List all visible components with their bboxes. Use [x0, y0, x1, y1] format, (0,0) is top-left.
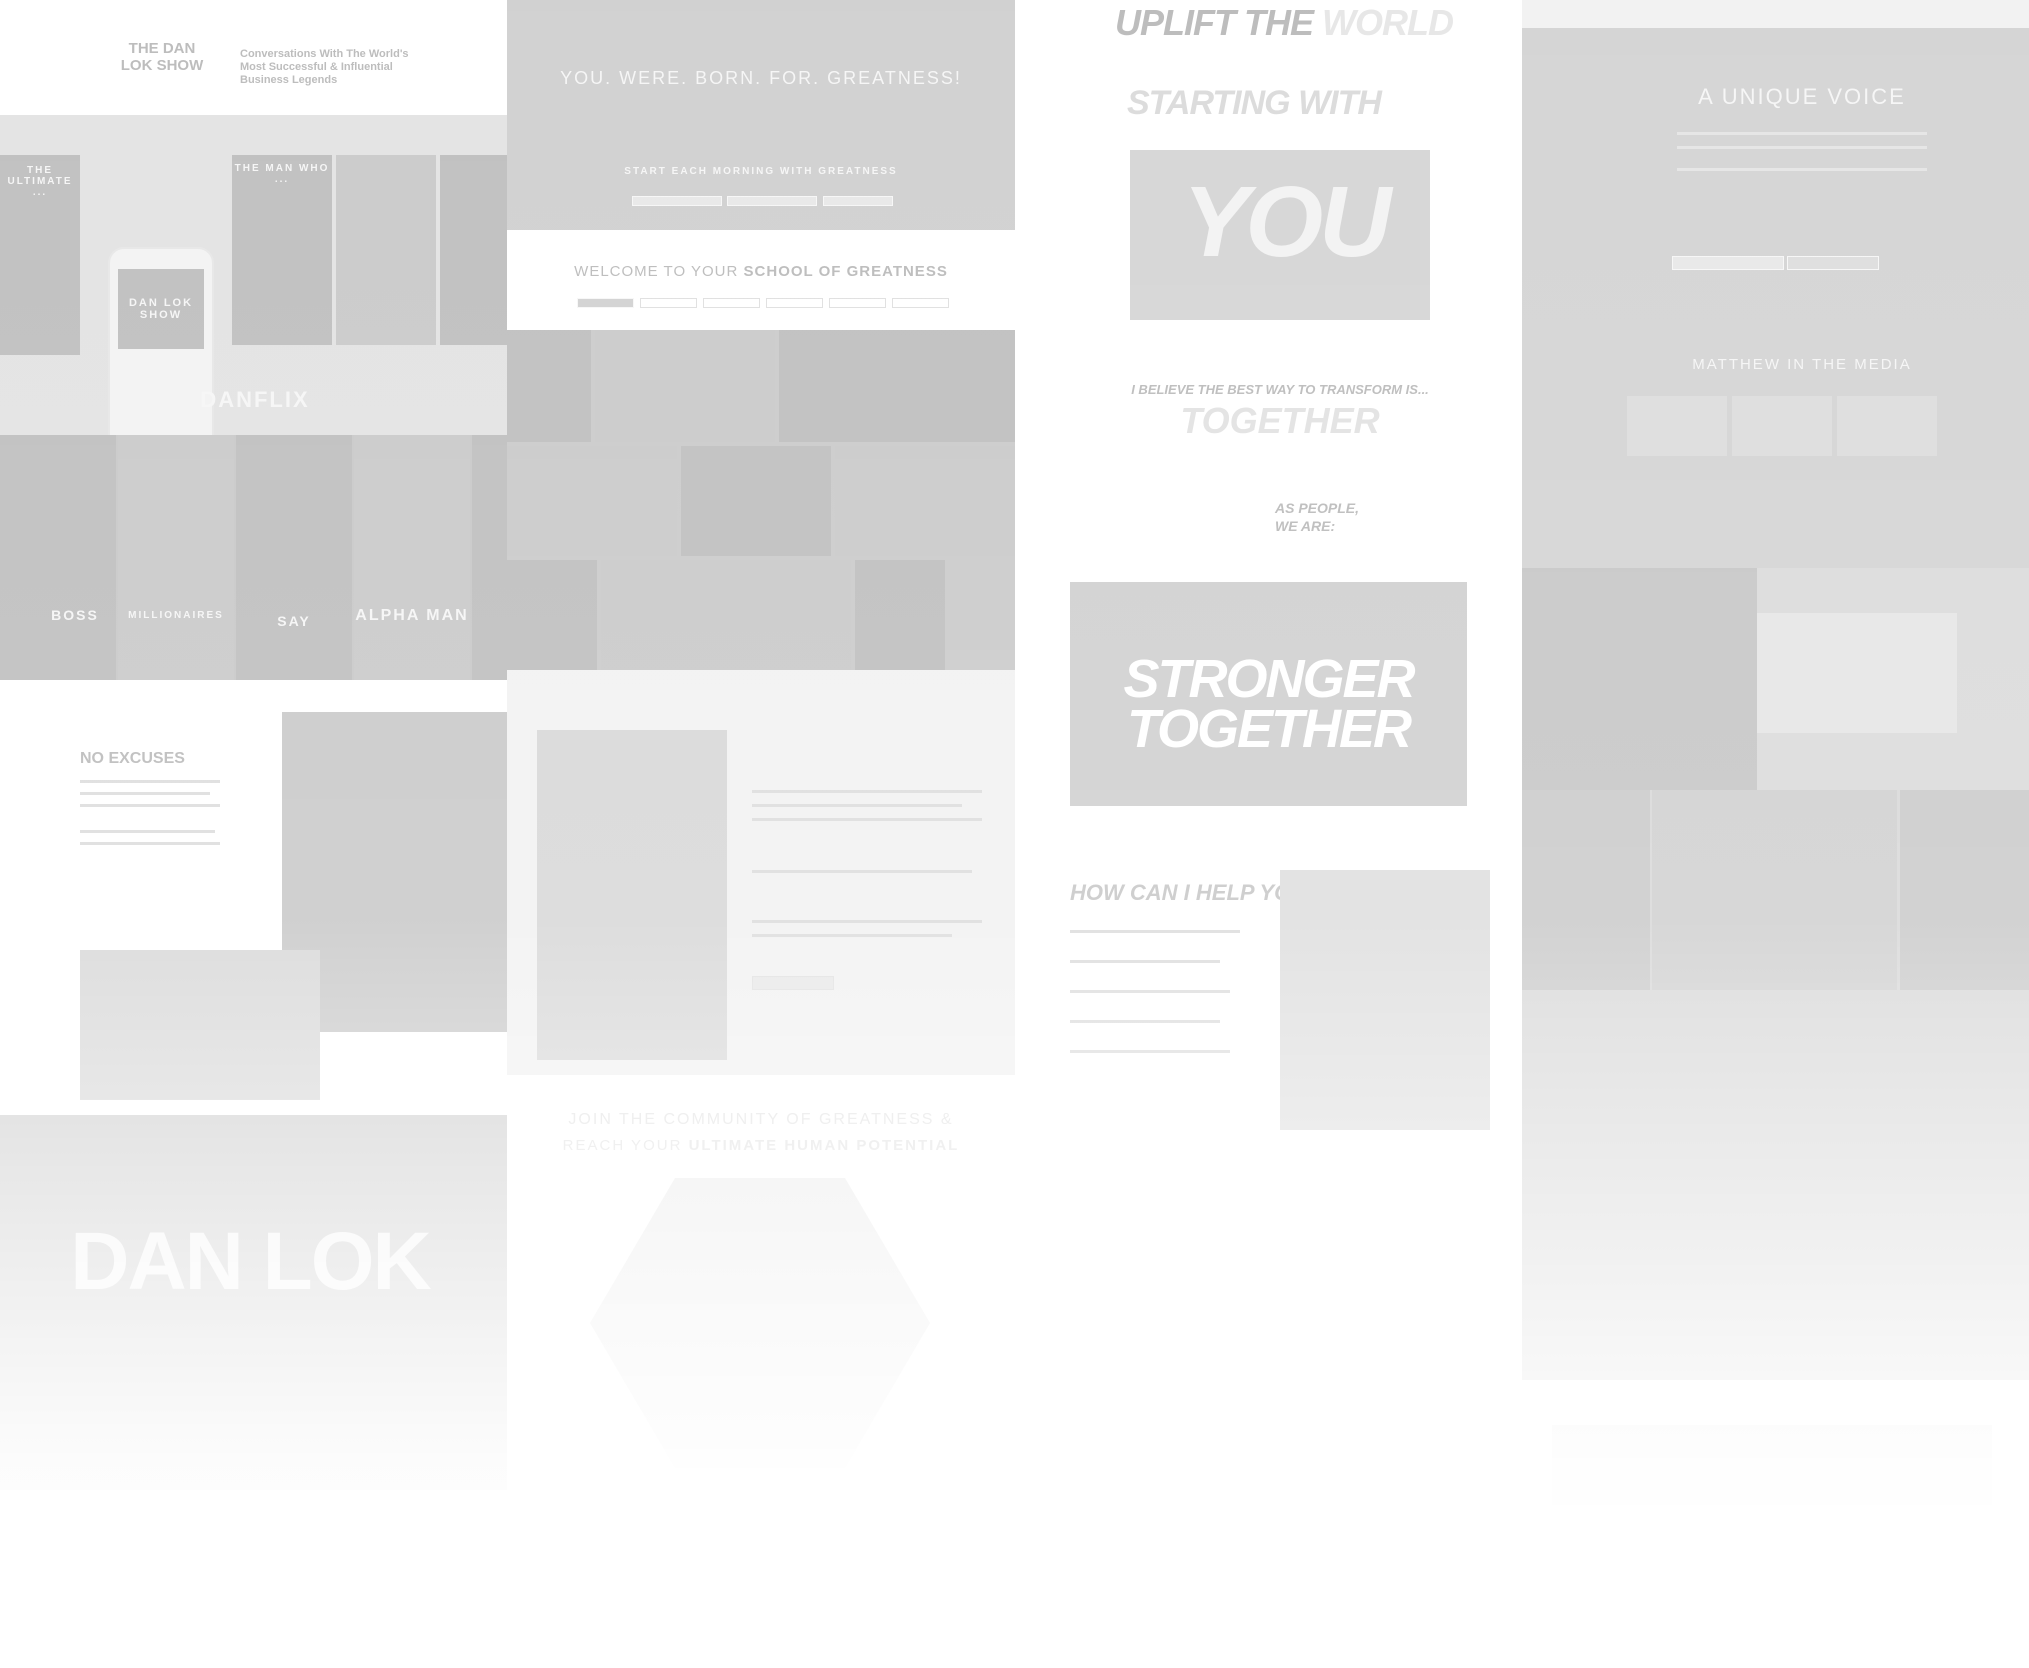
tile-alpha-man: ALPHA MAN: [355, 607, 469, 624]
stronger-section: STRONGER TOGETHER: [1015, 560, 1522, 850]
welcome-emphasis: SCHOOL OF GREATNESS: [743, 263, 948, 280]
world-text: WORLD: [1322, 2, 1454, 43]
unique-voice-section: A UNIQUE VOICE MATTHEW IN THE MEDIA: [1522, 28, 2029, 568]
voice-field[interactable]: [1672, 256, 1784, 270]
tile-say: SAY: [277, 613, 311, 629]
community-line-2-prefix: REACH YOUR: [562, 1137, 683, 1154]
portfolio-collage: { "col1": { "show_title": "THE DAN LOK S…: [0, 0, 2029, 1668]
uplift-text: UPLIFT THE: [1115, 2, 1314, 43]
welcome-tab-3[interactable]: [703, 298, 760, 308]
welcome-section: WELCOME TO YOUR SCHOOL OF GREATNESS: [507, 230, 1015, 330]
as-people-1: AS PEOPLE,: [1275, 500, 1360, 516]
media-title: MATTHEW IN THE MEDIA: [1692, 356, 1912, 373]
collage-column-3: UPLIFT THE WORLD STARTING WITH YOU I BEL…: [1015, 0, 1522, 1668]
welcome-tab-5[interactable]: [829, 298, 886, 308]
you-text: YOU: [1182, 166, 1392, 278]
welcome-tab-1[interactable]: [577, 298, 634, 308]
together-text: TOGETHER: [1180, 400, 1380, 441]
believe-text: I BELIEVE THE BEST WAY TO TRANSFORM IS..…: [1131, 382, 1429, 397]
collage-column-2: YOU. WERE. BORN. FOR. GREATNESS! START E…: [507, 0, 1015, 1668]
greatness-hero: YOU. WERE. BORN. FOR. GREATNESS! START E…: [507, 0, 1015, 230]
show-header: THE DAN LOK SHOW Conversations With The …: [0, 0, 507, 115]
show-hero-band: THE ULTIMATE ... DAN LOK SHOW THE MAN WH…: [0, 115, 507, 435]
as-people-2: WE ARE:: [1275, 518, 1336, 534]
show-logo: THE DAN LOK SHOW: [120, 40, 204, 74]
hero-submit-button[interactable]: [823, 196, 893, 206]
tile-boss: BOSS: [51, 607, 99, 623]
phone-show-title: DAN LOK SHOW: [128, 297, 194, 321]
collage-column-1: THE DAN LOK SHOW Conversations With The …: [0, 0, 507, 1668]
realm-section: [1522, 790, 2029, 1380]
uplift-section: UPLIFT THE WORLD STARTING WITH YOU I BEL…: [1015, 0, 1522, 560]
together2-text: TOGETHER: [1126, 699, 1412, 759]
welcome-prefix: WELCOME TO YOUR: [574, 263, 739, 280]
welcome-tab-4[interactable]: [766, 298, 823, 308]
danflix-tiles: BOSS MILLIONAIRES SAY ALPHA MAN: [0, 435, 507, 680]
hero-field-2[interactable]: [727, 196, 817, 206]
starting-with-text: STARTING WITH: [1127, 84, 1382, 122]
card-label-1: THE ULTIMATE ...: [7, 165, 73, 198]
hero-field-1[interactable]: [632, 196, 722, 206]
voice-submit-button[interactable]: [1787, 256, 1879, 270]
welcome-tab-2[interactable]: [640, 298, 697, 308]
community-line-2-emphasis: ULTIMATE HUMAN POTENTIAL: [688, 1137, 960, 1154]
dan-lok-banner: DAN LOK: [0, 1115, 507, 1490]
collage-column-4: A UNIQUE VOICE MATTHEW IN THE MEDIA: [1522, 0, 2029, 1668]
tile-millionaires: MILLIONAIRES: [128, 610, 224, 621]
no-excuses-title: NO EXCUSES: [80, 750, 185, 767]
no-excuses-section: NO EXCUSES: [0, 680, 507, 1115]
about-section: [507, 670, 1015, 1075]
help-section: HOW CAN I HELP YOU?: [1015, 850, 1522, 1300]
danflix-label: DANFLIX: [200, 387, 310, 412]
unique-voice-title: A UNIQUE VOICE: [1698, 84, 1906, 109]
welcome-tab-6[interactable]: [892, 298, 949, 308]
show-tagline: Conversations With The World's Most Succ…: [240, 48, 409, 86]
photo-grid: [507, 330, 1015, 670]
community-line-1: JOIN THE COMMUNITY OF GREATNESS &: [568, 1111, 954, 1128]
card-label-2: THE MAN WHO ...: [234, 163, 330, 185]
dan-lok-wordmark: DAN LOK: [70, 1216, 432, 1307]
morning-title: START EACH MORNING WITH GREATNESS: [624, 166, 898, 177]
about-cta-button[interactable]: [752, 976, 834, 990]
greatness-hero-title: YOU. WERE. BORN. FOR. GREATNESS!: [560, 68, 962, 88]
portrait-band: [1522, 568, 2029, 790]
